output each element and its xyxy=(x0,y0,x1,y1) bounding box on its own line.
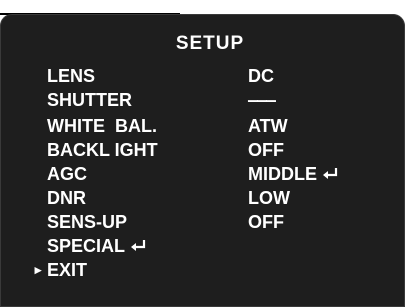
menu-item-label-group: SPECIAL xyxy=(47,234,146,258)
menu-item-label: EXIT xyxy=(47,260,88,280)
enter-return-icon xyxy=(130,239,146,253)
menu-item-label: LENS xyxy=(47,66,96,86)
menu-item-backlight[interactable]: BACKL IGHT OFF xyxy=(0,138,405,162)
menu-item-value: OFF xyxy=(248,140,284,160)
menu-item-label: SHUTTER xyxy=(47,90,132,110)
setup-menu: LENS DC SHUTTER ‒‒‒ WHITE BAL. ATW BACKL… xyxy=(0,14,405,307)
menu-item-value: DC xyxy=(248,66,274,86)
menu-item-label: AGC xyxy=(47,164,87,184)
menu-item-value: ‒‒‒ xyxy=(248,90,276,110)
menu-item-label: SENS-UP xyxy=(47,212,128,232)
menu-item-label: WHITE BAL. xyxy=(47,116,157,136)
menu-item-value: OFF xyxy=(248,212,284,232)
menu-item-value: LOW xyxy=(248,188,290,208)
menu-item-agc[interactable]: AGC MIDDLE xyxy=(0,162,405,186)
menu-item-shutter[interactable]: SHUTTER ‒‒‒ xyxy=(0,88,405,112)
menu-item-value-group: MIDDLE xyxy=(248,162,338,186)
triangle-right-icon: ▸ xyxy=(34,262,42,277)
menu-item-exit[interactable]: ▸ EXIT xyxy=(0,258,405,282)
top-margin xyxy=(0,0,405,14)
menu-item-label: DNR xyxy=(47,188,86,208)
menu-item-special[interactable]: SPECIAL xyxy=(0,234,405,258)
menu-item-value: MIDDLE xyxy=(248,164,317,184)
menu-item-lens[interactable]: LENS DC xyxy=(0,64,405,88)
enter-return-icon xyxy=(322,167,338,181)
menu-item-label: BACKL IGHT xyxy=(47,140,158,160)
menu-item-dnr[interactable]: DNR LOW xyxy=(0,186,405,210)
menu-item-sens-up[interactable]: SENS-UP OFF xyxy=(0,210,405,234)
menu-item-white-balance[interactable]: WHITE BAL. ATW xyxy=(0,114,405,138)
osd-screen: SETUP LENS DC SHUTTER ‒‒‒ WHITE BAL. ATW… xyxy=(0,14,405,307)
menu-item-value: ATW xyxy=(248,116,288,136)
menu-item-label: SPECIAL xyxy=(47,236,126,256)
